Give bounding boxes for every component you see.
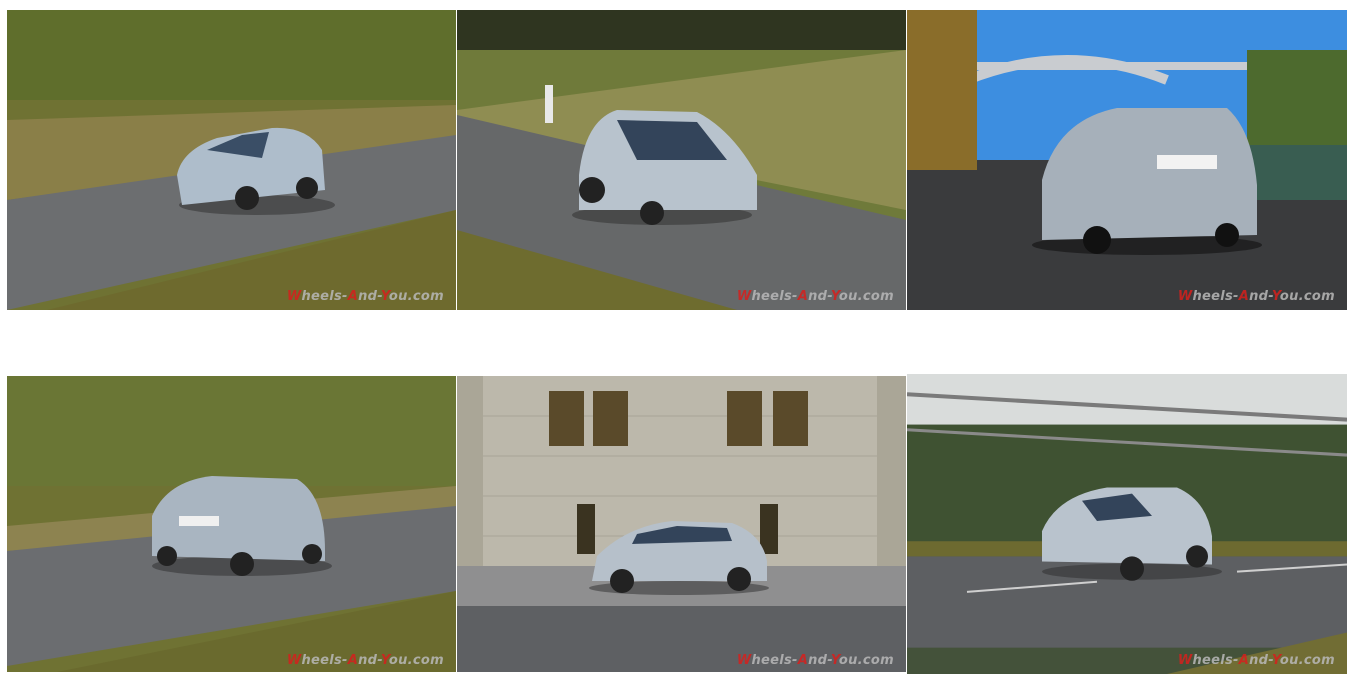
watermark: Wheels-And-You.com [736,289,894,304]
gallery-image-1[interactable]: Wheels-And-You.com [7,10,456,310]
watermark: Wheels-And-You.com [1177,653,1335,668]
watermark: Wheels-And-You.com [286,289,444,304]
watermark: Wheels-And-You.com [1177,289,1335,304]
car-photo-uphill-front [457,10,906,310]
watermark: Wheels-And-You.com [736,653,894,668]
watermark: Wheels-And-You.com [286,653,444,668]
car-photo-bridge-rear [907,10,1347,310]
gallery-image-3[interactable]: Wheels-And-You.com [907,10,1347,310]
car-photo-road-front [7,10,456,310]
gallery-image-5[interactable]: Wheels-And-You.com [457,374,906,674]
gallery-image-2[interactable]: Wheels-And-You.com [457,10,906,310]
gallery-image-6[interactable]: Wheels-And-You.com [907,374,1347,674]
car-photo-building-side [457,376,906,672]
car-photo-road-rear [7,376,456,672]
gallery-image-4[interactable]: Wheels-And-You.com [7,374,456,674]
car-photo-orchard-front [907,374,1347,674]
